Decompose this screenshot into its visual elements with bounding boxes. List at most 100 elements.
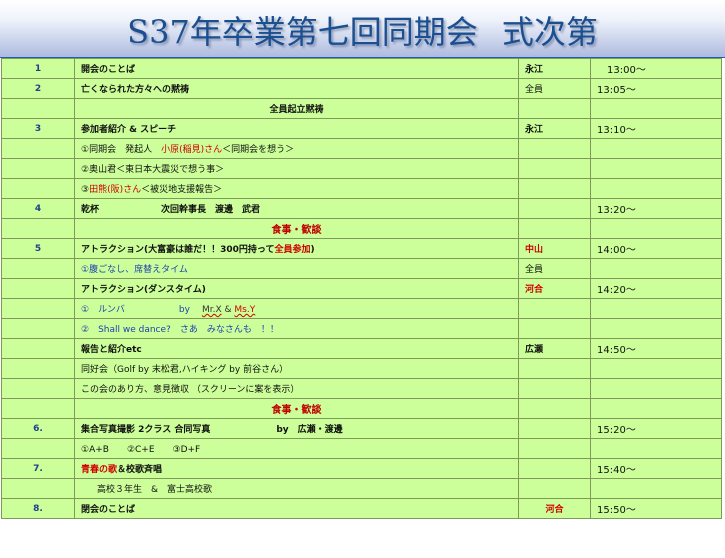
- table-row: 全員起立黙祷: [1, 98, 722, 119]
- sub-entry: この会のあり方、意見徴収 （スクリーンに案を表示）: [74, 378, 519, 399]
- item-title: 参加者紹介 & スピーチ: [74, 118, 519, 139]
- empty-cell: [590, 98, 722, 119]
- item-title: 閉会のことば: [74, 498, 519, 519]
- table-row: ① ルンバ by Mr.X & Ms.Y: [1, 298, 722, 319]
- item-person: 河合: [518, 498, 591, 519]
- item-title: アトラクション(ダンスタイム): [74, 278, 519, 299]
- empty-cell: [518, 298, 591, 319]
- item-person: 永江: [518, 58, 591, 79]
- item-time: 13:00〜: [590, 58, 722, 79]
- item-time: 14:00〜: [590, 238, 722, 259]
- empty-cell: [590, 218, 722, 239]
- dance-name: ① ルンバ: [81, 305, 125, 315]
- empty-cell: [1, 298, 75, 319]
- sub-entry: 高校３年生 & 富士高校歌: [74, 478, 519, 499]
- document-page: S37年卒業第七回同期会 式次第 1 開会のことば 永江 13:00〜 2 亡くな…: [0, 0, 725, 558]
- empty-cell: [1, 438, 75, 459]
- table-row: アトラクション(ダンスタイム) 河合 14:20〜: [1, 278, 722, 299]
- empty-cell: [590, 298, 722, 319]
- empty-cell: [590, 138, 722, 159]
- empty-cell: [518, 398, 591, 419]
- attraction-all: 全員参加: [274, 245, 311, 255]
- speaker-prefix: ③: [81, 185, 90, 195]
- empty-cell: [590, 378, 722, 399]
- table-row: 報告と紹介etc 広瀬 14:50〜: [1, 338, 722, 359]
- empty-cell: [518, 418, 591, 439]
- empty-cell: [518, 98, 591, 119]
- song-title: 青春の歌: [81, 465, 118, 475]
- item-time: 14:20〜: [590, 278, 722, 299]
- empty-cell: [1, 338, 75, 359]
- empty-cell: [1, 98, 75, 119]
- table-row: 6. 集合写真撮影 2クラス 合同写真 by 広瀬・渡邊 15:20〜: [1, 418, 722, 439]
- item-title: 乾杯 次回幹事長 渡邊 武君: [74, 198, 519, 219]
- speaker-topic: ＜被災地支援報告＞: [141, 185, 223, 195]
- item-title: アトラクション(大富豪は誰だ！！300円持って全員参加): [74, 238, 519, 259]
- item-number: 3: [1, 118, 75, 139]
- empty-cell: [518, 218, 591, 239]
- empty-cell: [518, 478, 591, 499]
- photo-by: by 広瀬・渡邊: [276, 425, 343, 435]
- empty-cell: [1, 178, 75, 199]
- program-table: 1 開会のことば 永江 13:00〜 2 亡くなられた方々への黙祷 全員 13:…: [1, 58, 722, 519]
- dancer-x: Mr.X: [201, 305, 222, 315]
- table-row: 食事・歓談: [1, 398, 722, 419]
- sub-entry: ①腹ごなし、席替えタイム: [74, 258, 519, 279]
- song-rest: ＆校歌斉唱: [117, 465, 163, 475]
- item-person: 全員: [518, 78, 591, 99]
- table-row: 同好会（Golf by 末松君,ハイキング by 前谷さん）: [1, 358, 722, 379]
- dancer-y: Ms.Y: [234, 305, 256, 315]
- speaker-entry: ①同期会 発起人 小原(稲見)さん＜同期会を想う＞: [74, 138, 519, 159]
- empty-cell: [1, 378, 75, 399]
- item-number: 8.: [1, 498, 75, 519]
- item-number: 1: [1, 58, 75, 79]
- empty-cell: [518, 178, 591, 199]
- speaker-entry: ②奥山君＜東日本大震災で想う事＞: [74, 158, 519, 179]
- table-row: 高校３年生 & 富士高校歌: [1, 478, 722, 499]
- empty-cell: [518, 358, 591, 379]
- item-number: 7.: [1, 458, 75, 479]
- empty-cell: [518, 158, 591, 179]
- empty-cell: [518, 378, 591, 399]
- dance-by: by: [178, 305, 190, 315]
- empty-cell: [590, 258, 722, 279]
- table-row: ①腹ごなし、席替えタイム 全員: [1, 258, 722, 279]
- item-time: 15:20〜: [590, 418, 722, 439]
- item-title: 青春の歌＆校歌斉唱: [74, 458, 519, 479]
- empty-cell: [590, 178, 722, 199]
- item-time: 13:10〜: [590, 118, 722, 139]
- title-main: S37年卒業第七回同期会: [127, 13, 478, 51]
- table-row: 食事・歓談: [1, 218, 722, 239]
- empty-cell: [1, 358, 75, 379]
- title-sub: 式次第: [501, 13, 598, 51]
- item-number: 2: [1, 78, 75, 99]
- speaker-name: 田熊(阪)さん: [89, 185, 142, 195]
- item-time: 14:50〜: [590, 338, 722, 359]
- empty-cell: [590, 158, 722, 179]
- empty-cell: [590, 398, 722, 419]
- item-time: 15:40〜: [590, 458, 722, 479]
- attraction-title: アトラクション(大富豪は誰だ！！300円持って: [81, 245, 275, 255]
- toast-role: 次回幹事長 渡邊 武君: [161, 205, 261, 215]
- item-person: 全員: [518, 258, 591, 279]
- item-note: 全員起立黙祷: [74, 98, 519, 119]
- empty-cell: [1, 478, 75, 499]
- table-row: ①A+B ②C+E ③D+F: [1, 438, 722, 459]
- sub-entry: 同好会（Golf by 末松君,ハイキング by 前谷さん）: [74, 358, 519, 379]
- item-title: 開会のことば: [74, 58, 519, 79]
- item-person: 河合: [518, 278, 591, 299]
- meal-break: 食事・歓談: [74, 398, 519, 419]
- empty-cell: [1, 158, 75, 179]
- sub-entry: ① ルンバ by Mr.X & Ms.Y: [74, 298, 519, 319]
- table-row: 2 亡くなられた方々への黙祷 全員 13:05〜: [1, 78, 722, 99]
- empty-cell: [518, 438, 591, 459]
- speaker-prefix: ①同期会 発起人: [81, 145, 162, 155]
- table-row: この会のあり方、意見徴収 （スクリーンに案を表示）: [1, 378, 722, 399]
- item-number: 4: [1, 198, 75, 219]
- table-row: 8. 閉会のことば 河合 15:50〜: [1, 498, 722, 519]
- item-number: 6.: [1, 418, 75, 439]
- item-title: 報告と紹介etc: [74, 338, 519, 359]
- table-row: 1 開会のことば 永江 13:00〜: [1, 58, 722, 79]
- item-title: 亡くなられた方々への黙祷: [74, 78, 519, 99]
- empty-cell: [518, 318, 591, 339]
